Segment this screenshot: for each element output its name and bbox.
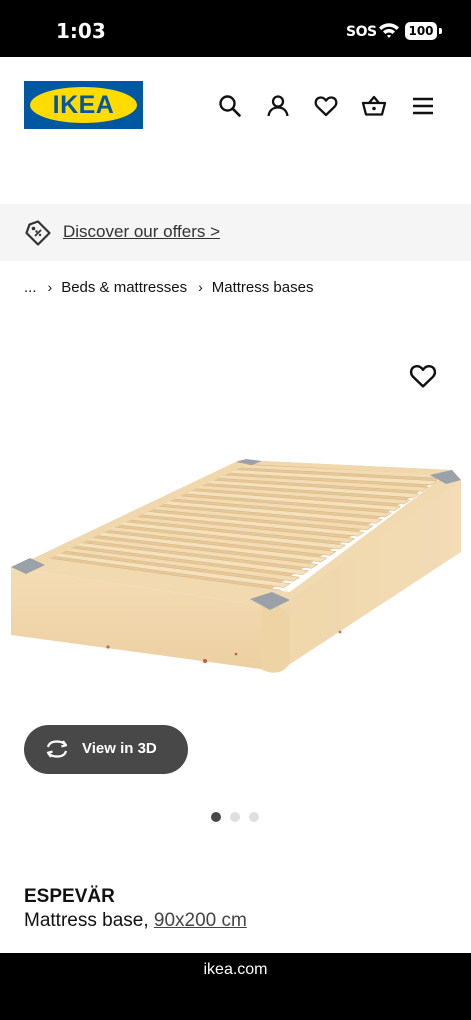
page-content: IKEA Discover our offers > ... › Beds & … xyxy=(0,57,471,953)
battery-indicator: 100 xyxy=(405,22,437,40)
browser-url: ikea.com xyxy=(203,961,268,978)
product-image[interactable] xyxy=(0,442,471,682)
breadcrumb-mattress-bases[interactable]: Mattress bases xyxy=(212,279,314,296)
browser-url-bar[interactable]: ikea.com xyxy=(0,953,471,1020)
heart-icon[interactable] xyxy=(313,93,339,119)
pagination-dot[interactable] xyxy=(249,812,259,822)
pagination-dot[interactable] xyxy=(230,812,240,822)
ikea-logo[interactable]: IKEA xyxy=(24,81,143,129)
offers-banner: Discover our offers > xyxy=(0,204,471,261)
logo-text: IKEA xyxy=(52,91,115,119)
view-in-3d-label: View in 3D xyxy=(82,740,157,757)
battery-tip xyxy=(439,28,442,34)
basket-icon[interactable] xyxy=(361,93,387,119)
image-pagination-dots xyxy=(211,812,259,822)
status-time: 1:03 xyxy=(56,19,106,43)
account-icon[interactable] xyxy=(265,93,291,119)
breadcrumb: ... › Beds & mattresses › Mattress bases xyxy=(24,276,313,298)
status-sos: SOS xyxy=(346,24,377,40)
discover-offers-link[interactable]: Discover our offers > xyxy=(63,222,220,242)
breadcrumb-ellipsis[interactable]: ... xyxy=(24,279,37,296)
status-bar: 1:03 SOS 100 xyxy=(0,0,471,57)
view-in-3d-button[interactable]: View in 3D xyxy=(24,725,188,774)
product-name: ESPEVÄR xyxy=(24,886,115,907)
product-description: Mattress base, 90x200 cm xyxy=(24,910,247,932)
search-icon[interactable] xyxy=(217,93,243,119)
product-type: Mattress base, xyxy=(24,910,149,931)
chevron-right-icon: › xyxy=(47,279,53,295)
price-tag-icon xyxy=(24,219,52,247)
pagination-dot[interactable] xyxy=(211,812,221,822)
menu-icon[interactable] xyxy=(410,93,436,119)
site-header: IKEA xyxy=(0,57,471,157)
product-size-link[interactable]: 90x200 cm xyxy=(154,910,247,931)
rotate-3d-icon xyxy=(44,738,70,760)
wifi-icon xyxy=(378,21,400,39)
favourite-heart-icon[interactable] xyxy=(408,361,438,391)
chevron-right-icon: › xyxy=(198,279,203,295)
breadcrumb-beds-mattresses[interactable]: Beds & mattresses xyxy=(61,279,187,296)
